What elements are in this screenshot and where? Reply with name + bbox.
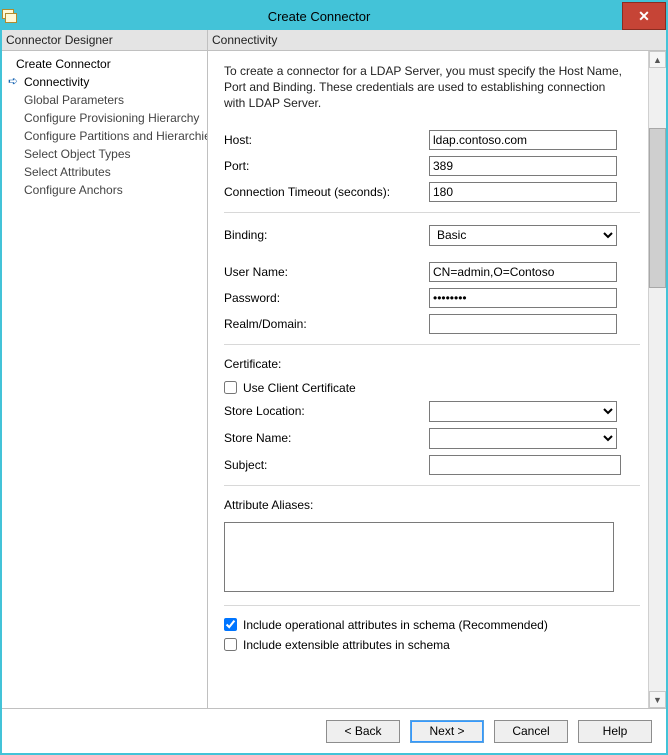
nav-item-object-types[interactable]: Select Object Types — [6, 145, 201, 163]
window-close-button[interactable]: ✕ — [622, 2, 666, 30]
store-name-select[interactable] — [429, 428, 617, 449]
chevron-up-icon: ▲ — [653, 55, 662, 65]
nav-item-label: Select Object Types — [24, 147, 131, 161]
vertical-scrollbar[interactable]: ▲ ▼ — [648, 51, 666, 708]
nav-item-provisioning-hierarchy[interactable]: Configure Provisioning Hierarchy — [6, 109, 201, 127]
divider — [224, 485, 640, 486]
nav-item-label: Configure Partitions and Hierarchies — [24, 129, 207, 143]
port-label: Port: — [224, 159, 429, 173]
scroll-up-button[interactable]: ▲ — [649, 51, 666, 68]
next-button[interactable]: Next > — [410, 720, 484, 743]
aliases-section-label: Attribute Aliases: — [224, 498, 640, 512]
scroll-down-button[interactable]: ▼ — [649, 691, 666, 708]
left-panel: Connector Designer Create Connector ➪ Co… — [2, 30, 208, 708]
port-input[interactable] — [429, 156, 617, 176]
nav-item-partitions-hierarchies[interactable]: Configure Partitions and Hierarchies — [6, 127, 201, 145]
close-icon: ✕ — [638, 8, 650, 25]
use-client-cert-checkbox[interactable] — [224, 381, 237, 394]
nav-item-select-attributes[interactable]: Select Attributes — [6, 163, 201, 181]
subject-label: Subject: — [224, 458, 429, 472]
titlebar: Create Connector ✕ — [2, 2, 666, 30]
realm-input[interactable] — [429, 314, 617, 334]
nav-item-label: Select Attributes — [24, 165, 111, 179]
timeout-label: Connection Timeout (seconds): — [224, 185, 429, 199]
nav-item-label: Configure Provisioning Hierarchy — [24, 111, 199, 125]
include-operational-checkbox[interactable] — [224, 618, 237, 631]
binding-label: Binding: — [224, 228, 429, 242]
host-label: Host: — [224, 133, 429, 147]
username-label: User Name: — [224, 265, 429, 279]
subject-input[interactable] — [429, 455, 621, 475]
help-button[interactable]: Help — [578, 720, 652, 743]
back-button[interactable]: < Back — [326, 720, 400, 743]
certificate-section-label: Certificate: — [224, 357, 640, 371]
binding-select[interactable]: Basic — [429, 225, 617, 246]
username-input[interactable] — [429, 262, 617, 282]
nav-item-configure-anchors[interactable]: Configure Anchors — [6, 181, 201, 199]
nav-item-label: Configure Anchors — [24, 183, 123, 197]
nav-item-label: Connectivity — [24, 75, 89, 89]
left-panel-header: Connector Designer — [2, 30, 207, 51]
divider — [224, 605, 640, 606]
arrow-right-icon: ➪ — [8, 75, 20, 87]
scroll-thumb[interactable] — [649, 128, 666, 288]
include-extensible-label: Include extensible attributes in schema — [243, 638, 450, 652]
aliases-textarea[interactable] — [224, 522, 614, 592]
nav-item-label: Create Connector — [16, 57, 111, 71]
footer: < Back Next > Cancel Help — [2, 708, 666, 753]
app-icon — [2, 9, 16, 23]
password-input[interactable] — [429, 288, 617, 308]
window-title: Create Connector — [16, 2, 622, 30]
nav-item-label: Global Parameters — [24, 93, 124, 107]
form-content: To create a connector for a LDAP Server,… — [208, 51, 648, 708]
nav-item-global-parameters[interactable]: Global Parameters — [6, 91, 201, 109]
include-extensible-checkbox[interactable] — [224, 638, 237, 651]
nav-list: Create Connector ➪ Connectivity Global P… — [2, 51, 207, 708]
divider — [224, 212, 640, 213]
password-label: Password: — [224, 291, 429, 305]
intro-text: To create a connector for a LDAP Server,… — [224, 63, 624, 112]
use-client-cert-label: Use Client Certificate — [243, 381, 356, 395]
right-panel-header: Connectivity — [208, 30, 666, 51]
store-location-select[interactable] — [429, 401, 617, 422]
host-input[interactable] — [429, 130, 617, 150]
nav-item-connectivity[interactable]: ➪ Connectivity — [6, 73, 201, 91]
nav-item-create-connector[interactable]: Create Connector — [6, 55, 201, 73]
timeout-input[interactable] — [429, 182, 617, 202]
chevron-down-icon: ▼ — [653, 695, 662, 705]
cancel-button[interactable]: Cancel — [494, 720, 568, 743]
divider — [224, 344, 640, 345]
store-name-label: Store Name: — [224, 431, 429, 445]
realm-label: Realm/Domain: — [224, 317, 429, 331]
scroll-track[interactable] — [649, 68, 666, 691]
right-panel: Connectivity To create a connector for a… — [208, 30, 666, 708]
include-operational-label: Include operational attributes in schema… — [243, 618, 548, 632]
store-location-label: Store Location: — [224, 404, 429, 418]
